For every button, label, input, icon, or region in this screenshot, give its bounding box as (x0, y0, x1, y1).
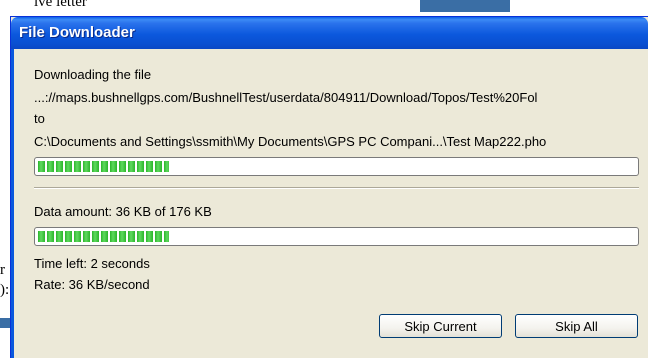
amount-progress-bar (34, 227, 639, 246)
file-downloader-dialog: File Downloader Downloading the file ...… (10, 16, 648, 358)
separator (34, 187, 639, 189)
time-left-label: Time left: 2 seconds (34, 256, 150, 271)
rate-label: Rate: 36 KB/second (34, 277, 150, 292)
source-url: ...://maps.bushnellgps.com/BushnellTest/… (34, 90, 538, 105)
skip-current-button[interactable]: Skip Current (379, 314, 502, 338)
background-text-fragment: r (0, 262, 5, 278)
destination-path: C:\Documents and Settings\ssmith\My Docu… (34, 134, 547, 149)
data-amount-label: Data amount: 36 KB of 176 KB (34, 204, 212, 219)
title-bar[interactable]: File Downloader (11, 17, 648, 49)
window-title: File Downloader (19, 24, 135, 41)
background-text: ive letter (34, 0, 87, 10)
downloading-heading: Downloading the file (34, 67, 152, 82)
amount-progress-fill (38, 231, 169, 242)
skip-all-button[interactable]: Skip All (515, 314, 638, 338)
background-blue-block (0, 318, 10, 328)
background-window-strip (420, 0, 510, 12)
background-text-fragment-2: ): (0, 282, 10, 298)
file-progress-bar (34, 157, 639, 176)
file-progress-fill (38, 161, 169, 172)
dialog-content: Downloading the file ...://maps.bushnell… (11, 49, 648, 358)
to-label: to (34, 111, 45, 126)
